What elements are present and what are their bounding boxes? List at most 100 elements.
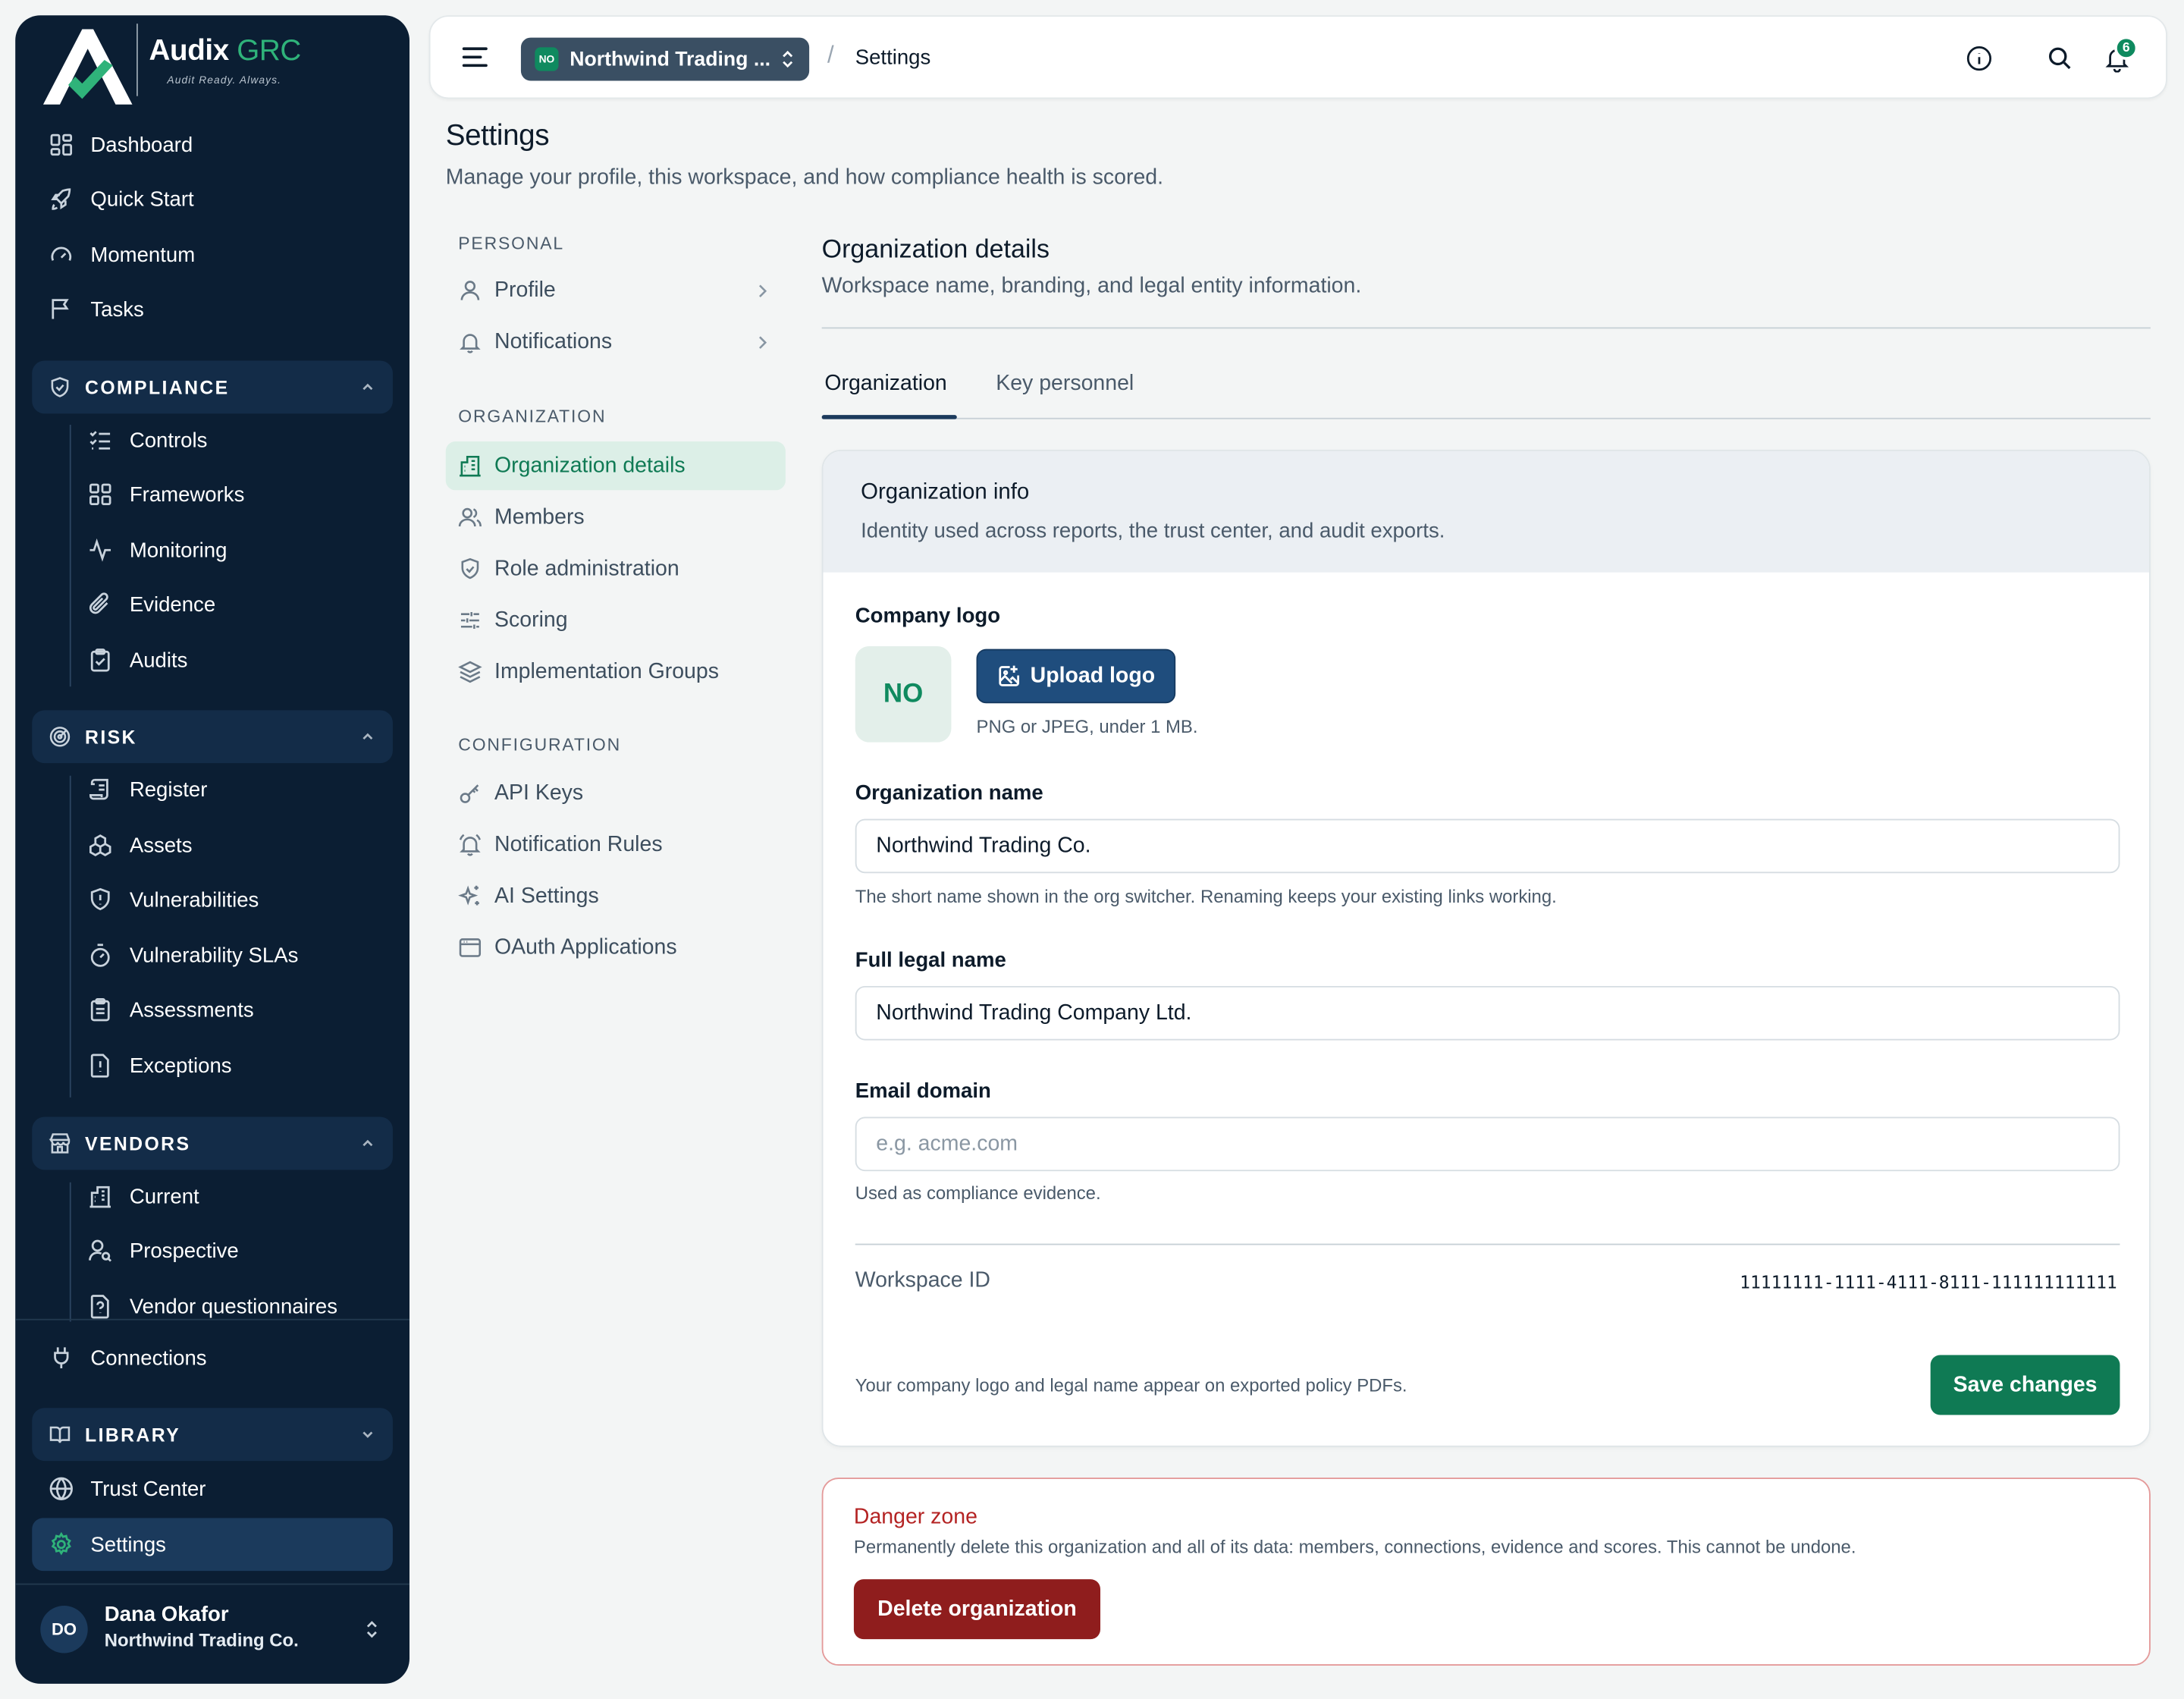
info-icon[interactable] bbox=[1966, 45, 1994, 73]
tab-key-personnel[interactable]: Key personnel bbox=[996, 372, 1134, 397]
sidebar-item-quick-start[interactable]: Quick Start bbox=[32, 174, 393, 225]
sidebar-item-current[interactable]: Current bbox=[32, 1171, 393, 1221]
sidebar-item-controls[interactable]: Controls bbox=[32, 415, 393, 465]
sidebar-item-evidence[interactable]: Evidence bbox=[32, 579, 393, 630]
section-risk[interactable]: RISK bbox=[32, 710, 393, 764]
app-window-icon bbox=[459, 938, 482, 957]
company-logo-preview: NO bbox=[855, 645, 952, 743]
section-label: LIBRARY bbox=[85, 1424, 181, 1445]
settings-nav-label: Scoring bbox=[494, 608, 568, 632]
page-subtitle: Manage your profile, this workspace, and… bbox=[445, 165, 1164, 190]
settings-nav-scoring[interactable]: Scoring bbox=[446, 596, 786, 645]
section-library[interactable]: LIBRARY bbox=[32, 1408, 393, 1462]
sidebar-item-trust-center[interactable]: Trust Center bbox=[32, 1464, 393, 1514]
full-legal-name-input[interactable] bbox=[855, 985, 2120, 1041]
organization-name-input[interactable] bbox=[855, 818, 2120, 874]
card-footer-note: Your company logo and legal name appear … bbox=[855, 1374, 1407, 1396]
boxes-icon bbox=[89, 834, 111, 856]
card-subtitle: Identity used across reports, the trust … bbox=[861, 519, 1445, 544]
email-domain-input[interactable] bbox=[855, 1116, 2120, 1172]
workspace-id-value[interactable]: 11111111-1111-4111-8111-111111111111 bbox=[1740, 1271, 2117, 1292]
user-icon bbox=[460, 281, 480, 300]
org-badge: NO bbox=[535, 47, 559, 71]
sidebar-item-label: Exceptions bbox=[129, 1054, 232, 1078]
chevron-right-icon bbox=[759, 284, 767, 297]
chevron-right-icon bbox=[759, 336, 767, 349]
search-icon[interactable] bbox=[2046, 45, 2074, 73]
settings-nav-oauth-applications[interactable]: OAuth Applications bbox=[446, 923, 786, 972]
sidebar-item-assessments[interactable]: Assessments bbox=[32, 985, 393, 1035]
sidebar-item-tasks[interactable]: Tasks bbox=[32, 284, 393, 334]
save-changes-button[interactable]: Save changes bbox=[1930, 1355, 2120, 1415]
settings-nav-organization-details[interactable]: Organization details bbox=[445, 441, 786, 491]
sidebar-item-assets[interactable]: Assets bbox=[32, 820, 393, 870]
dashboard-icon bbox=[50, 133, 73, 156]
brand-name: Audix GRC bbox=[149, 34, 302, 68]
upload-logo-button[interactable]: Upload logo bbox=[976, 649, 1176, 704]
sliders-icon bbox=[460, 611, 479, 629]
gauge-icon bbox=[51, 247, 72, 261]
paperclip-icon bbox=[89, 592, 108, 614]
logo-divider bbox=[136, 24, 138, 96]
brand-tagline: Audit Ready. Always. bbox=[167, 74, 282, 86]
workspace-id-label: Workspace ID bbox=[855, 1268, 991, 1292]
organization-name-label: Organization name bbox=[855, 781, 1043, 806]
sidebar-item-momentum[interactable]: Momentum bbox=[32, 230, 393, 280]
shield-check-icon bbox=[51, 377, 69, 397]
sidebar-item-exceptions[interactable]: Exceptions bbox=[32, 1041, 393, 1091]
organization-info-card: Organization info Identity used across r… bbox=[821, 450, 2151, 1447]
shield-alert-icon bbox=[90, 887, 110, 911]
bell-icon bbox=[460, 334, 481, 353]
section-subtitle: Workspace name, branding, and legal enti… bbox=[821, 274, 1362, 298]
user-menu[interactable]: DO Dana Okafor Northwind Trading Co. bbox=[40, 1603, 299, 1653]
sidebar-item-label: Monitoring bbox=[129, 538, 228, 562]
sidebar-item-connections[interactable]: Connections bbox=[32, 1333, 393, 1383]
settings-nav-api-keys[interactable]: API Keys bbox=[446, 769, 786, 818]
tab-organization[interactable]: Organization bbox=[824, 372, 946, 397]
sidebar-item-dashboard[interactable]: Dashboard bbox=[32, 120, 393, 170]
sidebar-item-settings[interactable]: Settings bbox=[32, 1518, 393, 1572]
sidebar-item-prospective[interactable]: Prospective bbox=[32, 1226, 393, 1276]
org-switcher[interactable]: NO Northwind Trading ... bbox=[520, 37, 810, 81]
active-tab-indicator bbox=[821, 415, 957, 419]
upload-logo-label: Upload logo bbox=[1030, 663, 1156, 688]
sidebar-item-vulnerabilities[interactable]: Vulnerabilities bbox=[32, 875, 393, 925]
settings-nav-implementation-groups[interactable]: Implementation Groups bbox=[446, 648, 786, 696]
sidebar-item-monitoring[interactable]: Monitoring bbox=[32, 525, 393, 575]
settings-nav-label: Profile bbox=[494, 278, 556, 302]
settings-nav-notifications[interactable]: Notifications bbox=[446, 318, 786, 366]
section-vendors[interactable]: VENDORS bbox=[32, 1116, 393, 1170]
danger-zone-text: Permanently delete this organization and… bbox=[853, 1536, 1856, 1557]
sidebar-item-vulnerability-slas[interactable]: Vulnerability SLAs bbox=[32, 931, 393, 981]
activity-icon bbox=[89, 538, 111, 562]
brand-logo[interactable]: Audix GRC Audit Ready. Always. bbox=[15, 15, 350, 107]
menu-icon[interactable] bbox=[461, 45, 489, 70]
company-logo-label: Company logo bbox=[855, 604, 1001, 629]
settings-nav-members[interactable]: Members bbox=[446, 493, 786, 542]
divider bbox=[821, 327, 2151, 329]
sparkles-icon bbox=[458, 885, 479, 906]
sidebar-item-label: Register bbox=[129, 777, 208, 802]
settings-nav-label: API Keys bbox=[494, 780, 584, 805]
sidebar-item-frameworks[interactable]: Frameworks bbox=[32, 470, 393, 520]
list-checks-icon bbox=[89, 431, 111, 450]
sidebar-item-vendor-questionnaires[interactable]: Vendor questionnaires bbox=[32, 1281, 393, 1331]
sidebar-item-audits[interactable]: Audits bbox=[32, 635, 393, 685]
card-title: Organization info bbox=[861, 480, 1030, 504]
delete-organization-button[interactable]: Delete organization bbox=[853, 1579, 1100, 1640]
chevrons-up-down-icon[interactable] bbox=[363, 1619, 380, 1639]
danger-zone: Danger zone Permanently delete this orga… bbox=[821, 1478, 2151, 1666]
settings-nav-notification-rules[interactable]: Notification Rules bbox=[446, 820, 786, 868]
section-compliance[interactable]: COMPLIANCE bbox=[32, 360, 393, 414]
file-warning-icon bbox=[90, 1054, 109, 1078]
sidebar-item-label: Momentum bbox=[90, 243, 196, 267]
settings-nav-profile[interactable]: Profile bbox=[446, 266, 786, 315]
settings-nav-ai-settings[interactable]: AI Settings bbox=[446, 871, 786, 920]
sidebar-divider bbox=[15, 1583, 410, 1585]
sidebar-item-label: Vulnerability SLAs bbox=[129, 943, 299, 968]
sidebar-item-register[interactable]: Register bbox=[32, 765, 393, 815]
settings-nav-role-administration[interactable]: Role administration bbox=[446, 545, 786, 593]
email-domain-label: Email domain bbox=[855, 1079, 991, 1104]
key-icon bbox=[460, 784, 479, 803]
users-icon bbox=[458, 507, 482, 527]
